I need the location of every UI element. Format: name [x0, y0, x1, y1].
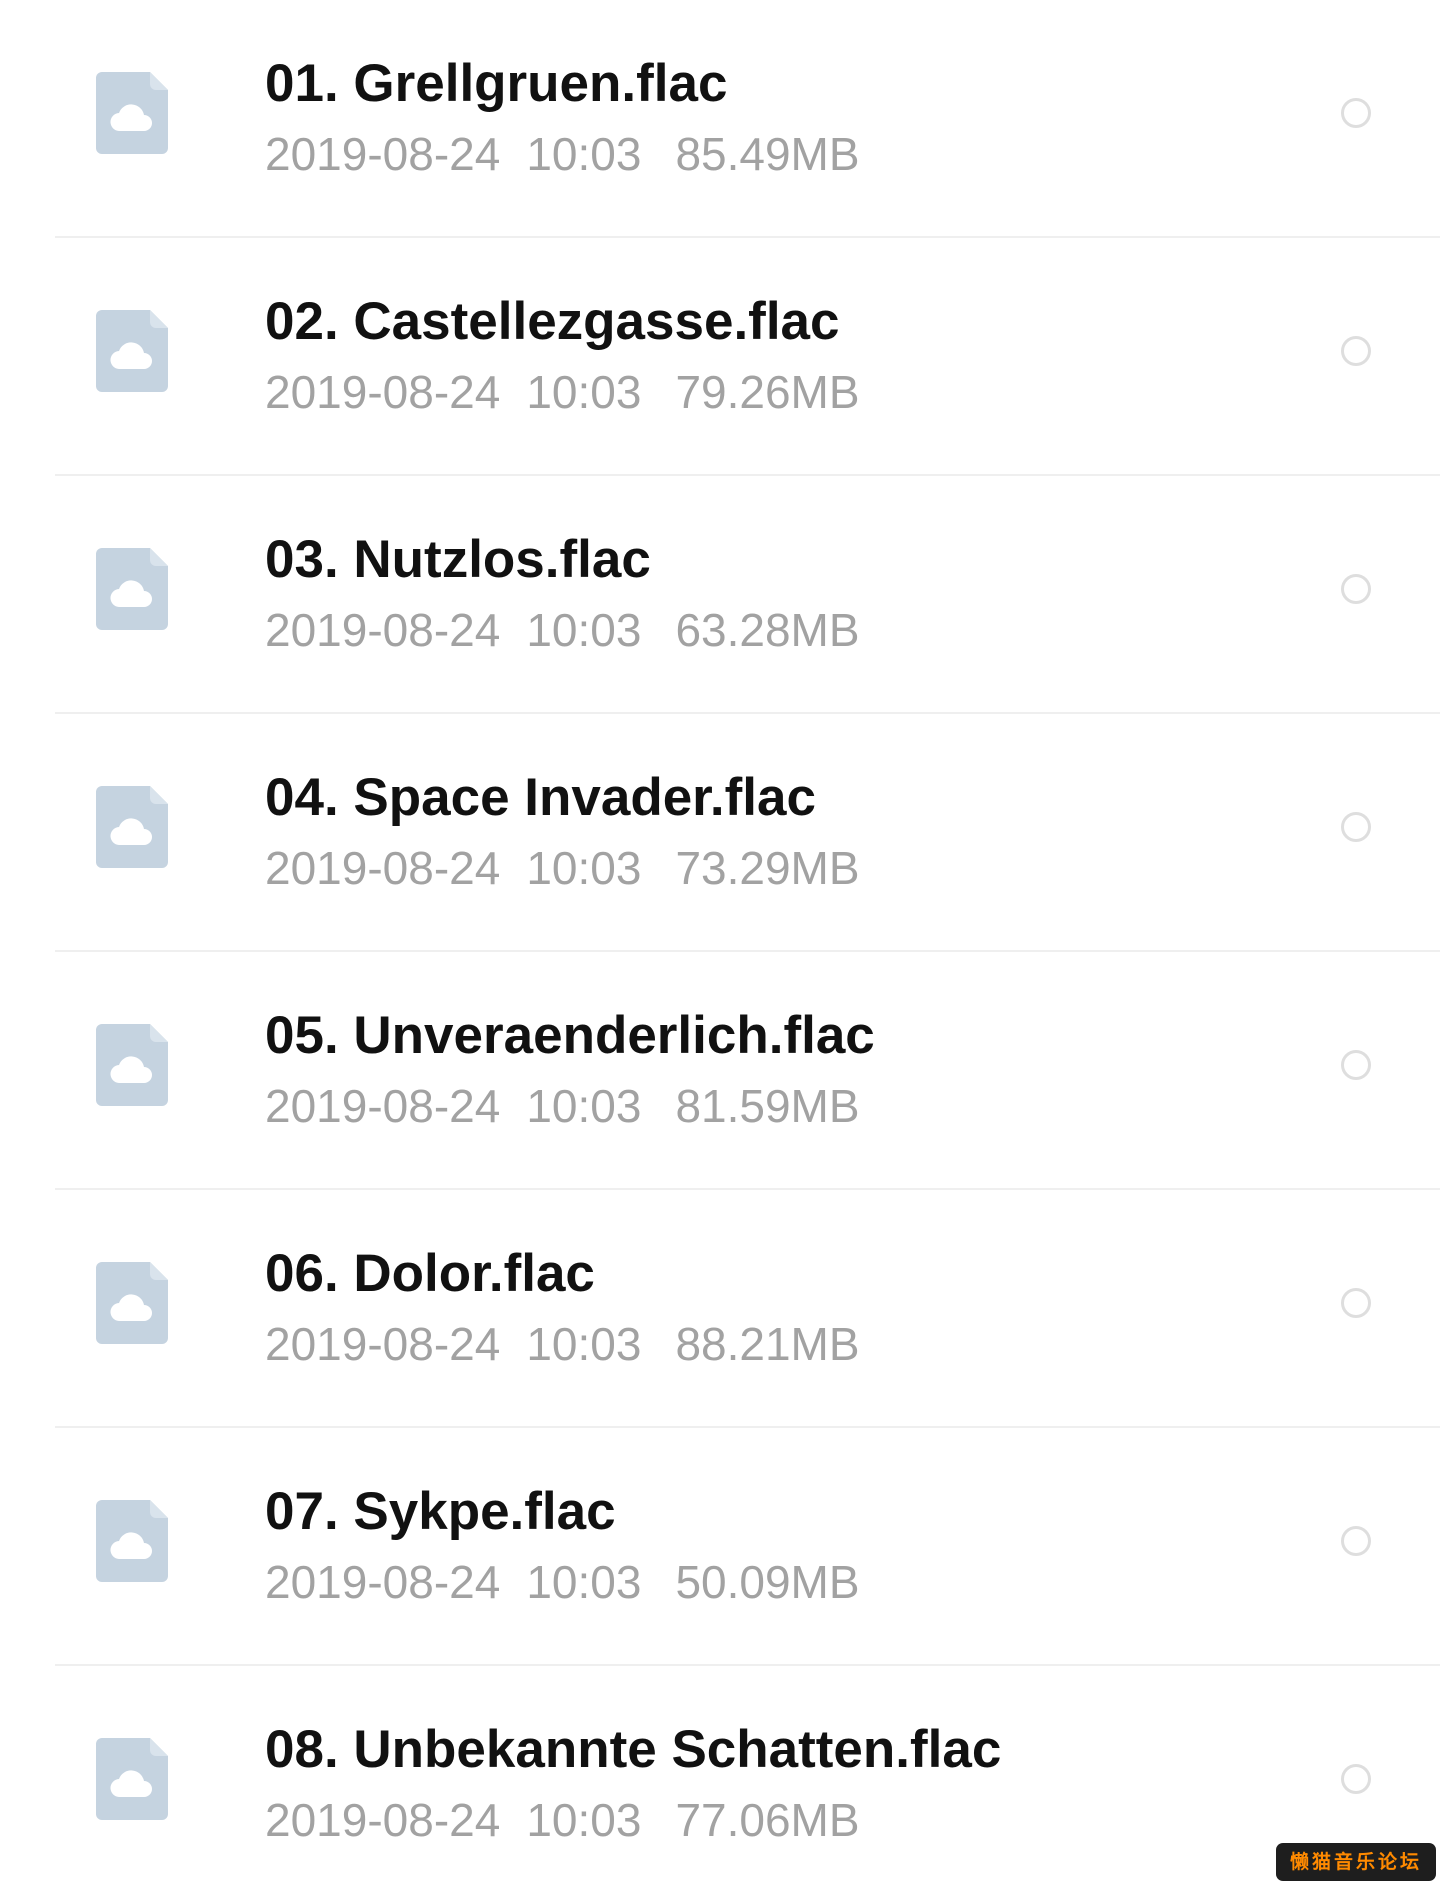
file-list: 01. Grellgruen.flac 2019-08-24 10:03 85.49… [0, 0, 1440, 1904]
select-radio[interactable] [1341, 98, 1371, 128]
file-time: 10:03 [526, 1318, 642, 1370]
cloud-file-icon [96, 72, 168, 154]
select-radio[interactable] [1341, 336, 1371, 366]
file-meta: 2019-08-24 10:03 81.59MB [265, 1078, 860, 1134]
file-size: 77.06MB [675, 1794, 860, 1846]
select-radio[interactable] [1341, 1526, 1371, 1556]
file-time: 10:03 [526, 128, 642, 180]
file-meta: 2019-08-24 10:03 77.06MB [265, 1792, 860, 1848]
file-meta: 2019-08-24 10:03 85.49MB [265, 126, 860, 182]
file-size: 88.21MB [675, 1318, 860, 1370]
file-date: 2019-08-24 [265, 842, 501, 894]
forum-watermark: 懒猫音乐论坛 [1275, 1843, 1436, 1881]
file-time: 10:03 [526, 1556, 642, 1608]
file-row[interactable]: 05. Unveraenderlich.flac 2019-08-24 10:03… [55, 952, 1440, 1190]
file-name: 01. Grellgruen.flac [265, 54, 728, 113]
select-radio[interactable] [1341, 574, 1371, 604]
file-size: 63.28MB [675, 604, 860, 656]
file-row[interactable]: 02. Castellezgasse.flac 2019-08-24 10:03 7… [55, 238, 1440, 476]
file-name: 06. Dolor.flac [265, 1244, 595, 1303]
cloud-file-icon [96, 1262, 168, 1344]
select-radio[interactable] [1341, 1050, 1371, 1080]
file-time: 10:03 [526, 604, 642, 656]
file-row[interactable]: 03. Nutzlos.flac 2019-08-24 10:03 63.28MB [55, 476, 1440, 714]
cloud-file-icon [96, 1500, 168, 1582]
select-radio[interactable] [1341, 1288, 1371, 1318]
file-date: 2019-08-24 [265, 128, 501, 180]
file-date: 2019-08-24 [265, 366, 501, 418]
file-meta: 2019-08-24 10:03 79.26MB [265, 364, 860, 420]
file-size: 79.26MB [675, 366, 860, 418]
cloud-file-icon [96, 1738, 168, 1820]
select-radio[interactable] [1341, 1764, 1371, 1794]
file-time: 10:03 [526, 842, 642, 894]
file-name: 05. Unveraenderlich.flac [265, 1006, 875, 1065]
file-size: 50.09MB [675, 1556, 860, 1608]
file-size: 73.29MB [675, 842, 860, 894]
file-date: 2019-08-24 [265, 1794, 501, 1846]
cloud-file-icon [96, 310, 168, 392]
file-size: 81.59MB [675, 1080, 860, 1132]
file-meta: 2019-08-24 10:03 50.09MB [265, 1554, 860, 1610]
file-date: 2019-08-24 [265, 1318, 501, 1370]
file-row[interactable]: 07. Sykpe.flac 2019-08-24 10:03 50.09MB [55, 1428, 1440, 1666]
file-name: 07. Sykpe.flac [265, 1482, 616, 1541]
file-name: 03. Nutzlos.flac [265, 530, 651, 589]
file-time: 10:03 [526, 1080, 642, 1132]
file-name: 02. Castellezgasse.flac [265, 292, 840, 351]
cloud-file-icon [96, 786, 168, 868]
file-row[interactable]: 08. Unbekannte Schatten.flac 2019-08-24 1… [55, 1666, 1440, 1904]
cloud-file-icon [96, 548, 168, 630]
file-row[interactable]: 01. Grellgruen.flac 2019-08-24 10:03 85.49… [55, 0, 1440, 238]
file-date: 2019-08-24 [265, 604, 501, 656]
select-radio[interactable] [1341, 812, 1371, 842]
file-time: 10:03 [526, 366, 642, 418]
file-meta: 2019-08-24 10:03 73.29MB [265, 840, 860, 896]
file-size: 85.49MB [675, 128, 860, 180]
file-meta: 2019-08-24 10:03 88.21MB [265, 1316, 860, 1372]
file-row[interactable]: 06. Dolor.flac 2019-08-24 10:03 88.21MB [55, 1190, 1440, 1428]
file-meta: 2019-08-24 10:03 63.28MB [265, 602, 860, 658]
cloud-file-icon [96, 1024, 168, 1106]
file-date: 2019-08-24 [265, 1080, 501, 1132]
file-name: 08. Unbekannte Schatten.flac [265, 1720, 1002, 1779]
file-row[interactable]: 04. Space Invader.flac 2019-08-24 10:03 73… [55, 714, 1440, 952]
file-date: 2019-08-24 [265, 1556, 501, 1608]
file-name: 04. Space Invader.flac [265, 768, 816, 827]
file-time: 10:03 [526, 1794, 642, 1846]
